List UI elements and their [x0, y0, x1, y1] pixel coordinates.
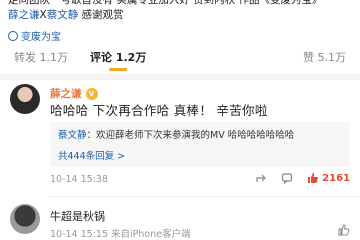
avatar[interactable]: [10, 204, 40, 234]
tab-bar: 转发 1.1万 评论 1.2万 赞 5.1万: [0, 42, 360, 75]
post-top-line: 走同团队一号歌首没有 实属专业加入好 赞到内秋 作品《变废为宝》: [8, 0, 323, 6]
comment-timestamp: 10-14 15:15: [50, 229, 109, 240]
comment-separator: [50, 196, 360, 197]
like-count: 2161: [322, 172, 350, 184]
comment-actions: 2161: [255, 172, 350, 184]
tab-comments[interactable]: 评论 1.2万: [90, 42, 146, 74]
video-link[interactable]: 变废为宝: [8, 28, 61, 43]
share-icon[interactable]: [255, 172, 267, 184]
like-button[interactable]: 2161: [307, 172, 350, 184]
more-replies-link[interactable]: 共444条回复 >: [58, 148, 125, 162]
tab-repost[interactable]: 转发 1.1万: [14, 42, 68, 74]
reply-line: 蔡文静：欢迎薛老师下次来参演我的MV 哈哈哈哈哈哈哈: [58, 127, 294, 141]
comment-text: 牛超是秋锅: [50, 210, 105, 223]
comment-author[interactable]: 薛之谦 V: [50, 86, 98, 101]
post-body: 走同团队一号歌首没有 实属专业加入好 赞到内秋 作品《变废为宝》 薛之谦X蔡文静…: [8, 0, 354, 23]
thumbs-up-icon: [308, 173, 319, 183]
mention-cai[interactable]: 蔡文静: [47, 9, 79, 21]
verified-badge-icon: V: [85, 87, 98, 100]
comment-meta: 10-14 15:15 来自iPhone客户端: [50, 226, 191, 240]
comment-author-name: 薛之谦: [50, 88, 82, 100]
comment-text: 哈哈哈 下次再合作哈 真棒！ 辛苦你啦: [50, 103, 268, 118]
thumbs-up-icon[interactable]: [338, 224, 350, 236]
avatar[interactable]: [10, 84, 40, 114]
comment-icon[interactable]: [281, 172, 293, 184]
reply-box[interactable]: 蔡文静：欢迎薛老师下次来参演我的MV 哈哈哈哈哈哈哈 共444条回复 >: [50, 122, 350, 167]
play-link-icon: [8, 30, 18, 41]
comment-source: 来自iPhone客户端: [111, 229, 191, 240]
video-link-label: 变废为宝: [21, 32, 61, 43]
comment-timestamp: 10-14 15:38: [50, 174, 109, 185]
reply-author[interactable]: 蔡文静: [58, 130, 87, 141]
section-divider: [0, 75, 360, 80]
reply-text: ：欢迎薛老师下次来参演我的MV 哈哈哈哈哈哈哈: [86, 130, 295, 141]
mention-xue[interactable]: 薛之谦: [8, 9, 40, 21]
post-thanks: 感谢观赏: [78, 9, 124, 21]
collab-x: X: [39, 9, 47, 21]
tab-likes[interactable]: 赞 5.1万: [303, 42, 346, 74]
